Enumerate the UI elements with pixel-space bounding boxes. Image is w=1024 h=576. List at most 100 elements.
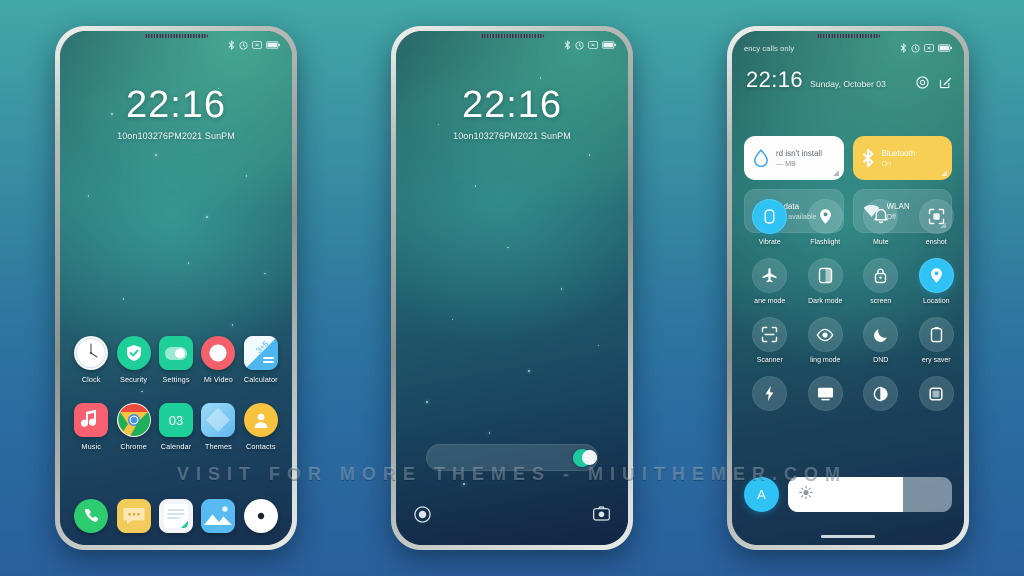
quick-settings-toggles: Vibrate Flashlight Mute enshot ane mode … bbox=[742, 199, 964, 416]
battery-icon bbox=[938, 44, 952, 52]
app-label: Calendar bbox=[160, 442, 192, 451]
flashlight-icon bbox=[807, 199, 843, 234]
tile-bluetooth[interactable]: Bluetooth On bbox=[852, 136, 952, 180]
toggle-airplane-mode[interactable]: ane mode bbox=[742, 258, 798, 305]
clock-date: 10on103276PM2021 SunPM bbox=[453, 131, 571, 141]
video-record-icon bbox=[201, 336, 236, 370]
calendar-icon: 03 bbox=[158, 403, 193, 437]
toggle-lock-screen[interactable]: screen bbox=[853, 258, 909, 305]
brightness-slider[interactable] bbox=[788, 477, 952, 512]
bell-icon bbox=[863, 199, 899, 234]
toggle-vibrate[interactable]: Vibrate bbox=[742, 199, 798, 246]
gallery-photo-icon[interactable] bbox=[201, 499, 236, 533]
toggle-dnd[interactable]: DND bbox=[853, 317, 909, 364]
toggle-label: ane mode bbox=[754, 298, 786, 305]
tile-expand-corner[interactable] bbox=[941, 170, 947, 176]
phone-1-homescreen: 22:16 10on103276PM2021 SunPM Clock Secur… bbox=[55, 26, 297, 550]
phone-2-screen: 22:16 10on103276PM2021 SunPM bbox=[396, 31, 628, 545]
bluetooth-icon bbox=[862, 149, 873, 167]
lockscreen-clock: 22:16 10on103276PM2021 SunPM bbox=[396, 86, 628, 141]
clock-time: 22:16 bbox=[461, 84, 563, 126]
app-security[interactable]: Security bbox=[112, 336, 154, 384]
lock-screen-icon bbox=[863, 258, 899, 293]
toggle-label: Vibrate bbox=[758, 239, 781, 246]
phone-3-control-center: ency calls only 22:16 Sunday, October 03… bbox=[727, 26, 969, 550]
status-bar bbox=[396, 37, 628, 53]
toggle-night-light[interactable] bbox=[853, 376, 909, 416]
app-settings[interactable]: Settings bbox=[155, 336, 197, 384]
calendar-day: 03 bbox=[168, 412, 184, 428]
toggle-dark-mode[interactable]: Dark mode bbox=[798, 258, 854, 305]
app-clock[interactable]: Clock bbox=[70, 336, 112, 384]
app-label: Chrome bbox=[120, 442, 147, 451]
app-label: Contacts bbox=[245, 442, 276, 451]
app-calendar[interactable]: 03 Calendar bbox=[155, 403, 197, 451]
airplane-icon bbox=[752, 258, 788, 293]
toggle-label: ery saver bbox=[921, 357, 951, 364]
control-center-header: 22:16 Sunday, October 03 bbox=[746, 69, 952, 91]
toggle-cast[interactable] bbox=[798, 376, 854, 416]
location-pin-icon bbox=[918, 258, 954, 293]
tile-storage[interactable]: rd isn't install — MB bbox=[744, 136, 844, 180]
toggle-flashlight[interactable]: Flashlight bbox=[798, 199, 854, 246]
tile-expand-corner[interactable] bbox=[832, 170, 839, 176]
notes-icon[interactable] bbox=[158, 499, 193, 533]
torch-circle-icon[interactable] bbox=[414, 506, 431, 523]
home-indicator bbox=[821, 535, 875, 538]
reading-eye-icon bbox=[807, 317, 843, 352]
message-bubble-icon[interactable] bbox=[116, 499, 151, 533]
app-label: Clock bbox=[81, 375, 101, 384]
phone-handset-icon[interactable] bbox=[74, 499, 109, 533]
app-label: Settings bbox=[162, 375, 190, 384]
unlock-slider[interactable] bbox=[426, 444, 598, 471]
browser-disc-icon[interactable] bbox=[243, 499, 278, 533]
clock-time: 22:16 bbox=[125, 84, 227, 126]
toggle-mute[interactable]: Mute bbox=[853, 199, 909, 246]
lockscreen-clock: 22:16 10on103276PM2021 SunPM bbox=[60, 86, 292, 141]
toggle-location[interactable]: Location bbox=[909, 258, 965, 305]
toggle-scanner[interactable]: Scanner bbox=[742, 317, 798, 364]
toggle-label: ling mode bbox=[810, 357, 841, 364]
battery-icon bbox=[266, 41, 280, 49]
toggle-battery-saver[interactable]: ery saver bbox=[909, 317, 965, 364]
app-label: Themes bbox=[204, 442, 232, 451]
themes-icon bbox=[201, 403, 236, 437]
auto-brightness-button[interactable]: A bbox=[744, 477, 779, 512]
vibrate-icon bbox=[252, 41, 262, 49]
water-drop-icon bbox=[754, 149, 768, 167]
status-bar-icons bbox=[228, 40, 280, 50]
dark-mode-icon bbox=[807, 258, 843, 293]
app-grid-row-1: Clock Security Settings Mi Video 3+5 Cal… bbox=[70, 336, 282, 384]
camera-icon[interactable] bbox=[593, 506, 610, 523]
app-calculator[interactable]: 3+5 Calculator bbox=[240, 336, 282, 384]
toggle-rotate-screen[interactable] bbox=[909, 376, 965, 416]
app-mi-video[interactable]: Mi Video bbox=[197, 336, 239, 384]
moon-icon bbox=[863, 317, 899, 352]
vibrate-icon bbox=[924, 44, 934, 52]
status-bar bbox=[60, 37, 292, 53]
edit-pencil-icon[interactable] bbox=[939, 76, 952, 89]
toggle-lightning[interactable] bbox=[742, 376, 798, 416]
app-themes[interactable]: Themes bbox=[197, 403, 239, 451]
tile-title: Bluetooth bbox=[881, 148, 916, 158]
app-contacts[interactable]: Contacts bbox=[240, 403, 282, 451]
music-note-icon bbox=[74, 403, 109, 437]
settings-toggle-icon bbox=[158, 336, 193, 370]
tile-subtitle: — MB bbox=[776, 158, 796, 168]
status-bar-icons bbox=[564, 40, 616, 50]
bluetooth-icon bbox=[900, 43, 907, 53]
app-music[interactable]: Music bbox=[70, 403, 112, 451]
toggle-reading-mode[interactable]: ling mode bbox=[798, 317, 854, 364]
settings-gear-icon[interactable] bbox=[916, 76, 929, 89]
cast-screen-icon bbox=[807, 376, 843, 411]
app-chrome[interactable]: Chrome bbox=[112, 403, 154, 451]
app-dock bbox=[70, 499, 282, 533]
toggle-label: screen bbox=[870, 298, 892, 305]
header-date: Sunday, October 03 bbox=[810, 79, 886, 89]
toggle-screenshot[interactable]: enshot bbox=[909, 199, 965, 246]
header-actions bbox=[916, 76, 952, 91]
toggle-label: Mute bbox=[872, 239, 889, 246]
toggle-label: DND bbox=[873, 357, 889, 364]
unlock-slider-knob[interactable] bbox=[573, 448, 597, 467]
brightness-sun-icon bbox=[799, 485, 813, 504]
